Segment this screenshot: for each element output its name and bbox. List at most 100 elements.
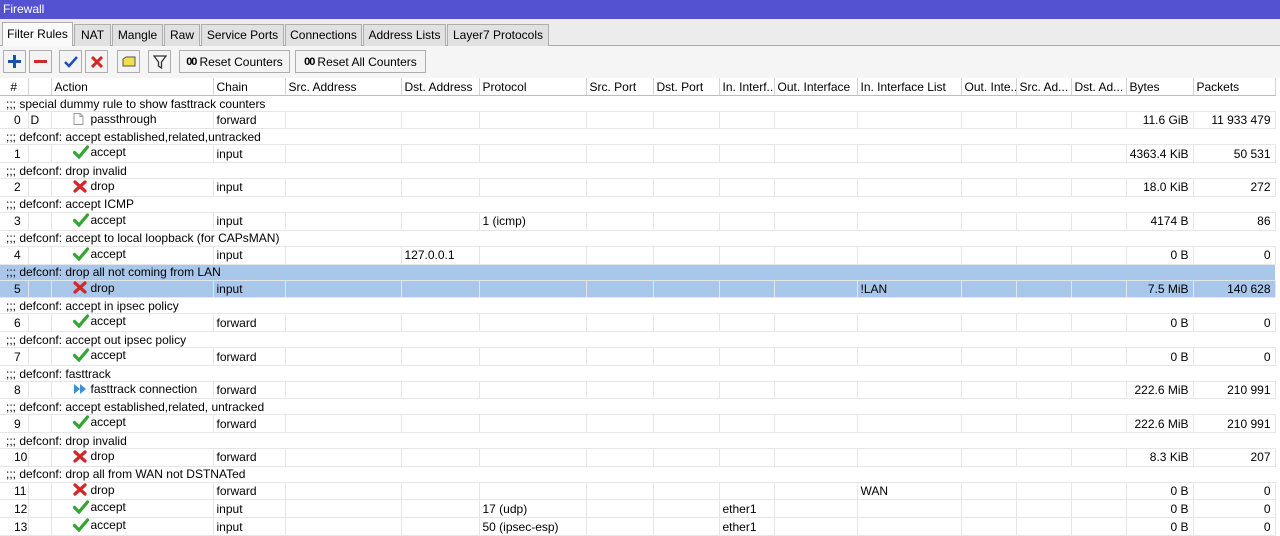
table-row[interactable]: 5 drop input !LAN 7.5 MiB 140 628 [0, 280, 1276, 298]
column-header-action[interactable]: Action [51, 78, 214, 96]
check-icon [72, 415, 91, 429]
rule-in-interface-list [857, 381, 962, 399]
rule-comment-row[interactable]: ;;; defconf: accept ICMP [0, 196, 1275, 213]
table-row[interactable]: 13 accept input 50 (ipsec-esp) ether1 0 B0 [0, 517, 1276, 536]
add-button[interactable] [3, 50, 26, 73]
column-header-dst-address[interactable]: Dst. Address [401, 78, 480, 96]
rule-number: 1 [0, 144, 29, 163]
rule-in-interface-list: WAN [857, 482, 962, 500]
rule-packets: 140 628 [1193, 280, 1276, 298]
table-row[interactable]: 12 accept input 17 (udp) ether1 0 B0 [0, 499, 1276, 518]
column-header-src-address-list[interactable]: Src. Ad... [1016, 78, 1072, 96]
rule-number: 10 [0, 448, 29, 467]
column-header-out-interface-list[interactable]: Out. Inte... [961, 78, 1017, 96]
tab-address-lists[interactable]: Address Lists [363, 24, 446, 46]
rule-in-interface-list [857, 499, 962, 518]
rule-chain: input [213, 144, 286, 163]
table-row[interactable]: 11 drop forward WAN 0 B0 [0, 482, 1276, 500]
rule-comment-row[interactable]: ;;; defconf: accept in ipsec policy [0, 297, 1275, 314]
table-row[interactable]: 8 fasttrack connection forward 222.6 MiB 210… [0, 381, 1276, 399]
column-header-number[interactable]: # [0, 78, 29, 96]
rule-packets: 210 991 [1193, 414, 1276, 433]
rule-flag: D [30, 113, 40, 127]
rule-out-interface-list [961, 448, 1017, 467]
rules-body: ;;; special dummy rule to show fasttrack… [0, 95, 1276, 536]
rule-flags: D [28, 111, 52, 129]
rule-dst-address-list [1071, 499, 1127, 518]
tab-service-ports[interactable]: Service Ports [201, 24, 284, 46]
rule-protocol [479, 313, 587, 332]
rule-bytes: 0 B [1126, 313, 1194, 332]
reset-all-counters-button[interactable]: 00 Reset All Counters [295, 50, 426, 73]
tab-bar: Filter Rules NAT Mangle Raw Service Port… [0, 19, 1280, 46]
table-row[interactable]: 4 accept input 127.0.0.1 0 B0 [0, 246, 1276, 265]
rule-comment-row[interactable]: ;;; defconf: accept to local loopback (f… [0, 230, 1275, 247]
rule-action-label: accept [90, 415, 126, 429]
comment-button[interactable] [117, 50, 140, 73]
column-header-in-interface-list[interactable]: In. Interface List [857, 78, 962, 96]
rule-comment-row[interactable]: ;;; defconf: accept established,related,… [0, 398, 1275, 415]
tab-mangle[interactable]: Mangle [112, 24, 163, 46]
column-header-chain[interactable]: Chain [213, 78, 286, 96]
rule-comment-row[interactable]: ;;; defconf: accept out ipsec policy [0, 331, 1275, 348]
rule-flags [28, 313, 52, 332]
enable-button[interactable] [59, 50, 82, 73]
table-row[interactable]: 2 drop input 18.0 KiB 272 [0, 178, 1276, 197]
column-header-in-interface[interactable]: In. Interf... [719, 78, 775, 96]
rule-src-address [285, 178, 402, 197]
table-row[interactable]: 3 accept input 1 (icmp) 4174 B 86 [0, 212, 1276, 231]
column-header-protocol[interactable]: Protocol [479, 78, 587, 96]
reset-all-counters-label: Reset All Counters [317, 54, 417, 69]
tab-raw[interactable]: Raw [164, 24, 200, 46]
column-header-dst-address-list[interactable]: Dst. Ad... [1071, 78, 1127, 96]
rule-src-address-list [1016, 499, 1072, 518]
table-row[interactable]: 9 accept forward 222.6 MiB 210 991 [0, 414, 1276, 433]
rule-out-interface [774, 178, 858, 197]
column-header-src-address[interactable]: Src. Address [285, 78, 402, 96]
rule-in-interface [719, 212, 775, 231]
column-header-src-port[interactable]: Src. Port [586, 78, 654, 96]
column-header-packets[interactable]: Packets [1193, 78, 1276, 96]
reset-counters-button[interactable]: 00 Reset Counters [179, 50, 290, 73]
column-header-out-interface[interactable]: Out. Interface [774, 78, 858, 96]
table-row[interactable]: 7 accept forward 0 B0 [0, 347, 1276, 366]
rule-protocol [479, 482, 587, 500]
column-header-flags[interactable] [28, 78, 52, 96]
table-row[interactable]: 0 Dpassthrough forward 11.6 GiB 11 933 479 [0, 111, 1276, 129]
rule-in-interface [719, 178, 775, 197]
rule-src-port [586, 280, 654, 298]
rule-chain: input [213, 499, 286, 518]
rule-comment-row[interactable]: ;;; defconf: drop all from WAN not DSTNA… [0, 466, 1275, 483]
rule-in-interface-list [857, 347, 962, 366]
rule-dst-port [653, 347, 720, 366]
remove-button[interactable] [29, 50, 52, 73]
tab-layer7-protocols[interactable]: Layer7 Protocols [447, 24, 549, 46]
rule-packets: 207 [1193, 448, 1276, 467]
table-row[interactable]: 6 accept forward 0 B0 [0, 313, 1276, 332]
column-header-bytes[interactable]: Bytes [1126, 78, 1194, 96]
rule-out-interface-list [961, 111, 1017, 129]
rule-packets: 0 [1193, 347, 1276, 366]
disable-button[interactable] [85, 50, 108, 73]
tab-nat[interactable]: NAT [74, 24, 111, 46]
rule-comment-row[interactable]: ;;; defconf: drop all not coming from LA… [0, 264, 1275, 281]
column-header-dst-port[interactable]: Dst. Port [653, 78, 720, 96]
rule-dst-address-list [1071, 144, 1127, 163]
tab-filter-rules[interactable]: Filter Rules [2, 22, 73, 46]
rule-dst-port [653, 381, 720, 399]
rule-comment-row[interactable]: ;;; defconf: accept established,related,… [0, 128, 1275, 145]
rule-comment-row[interactable]: ;;; defconf: fasttrack [0, 365, 1275, 382]
table-row[interactable]: 1 accept input 4363.4 KiB 50 531 [0, 144, 1276, 163]
rule-flags [28, 482, 52, 500]
rule-src-port [586, 499, 654, 518]
table-row[interactable]: 10 drop forward 8.3 KiB 207 [0, 448, 1276, 467]
rule-bytes: 222.6 MiB [1126, 381, 1194, 399]
filter-button[interactable] [148, 50, 171, 73]
tab-connections[interactable]: Connections [285, 24, 362, 46]
rule-src-address-list [1016, 347, 1072, 366]
rule-dst-address [401, 381, 480, 399]
rule-comment-row[interactable]: ;;; special dummy rule to show fasttrack… [0, 95, 1275, 112]
rule-comment-row[interactable]: ;;; defconf: drop invalid [0, 432, 1275, 449]
rule-out-interface [774, 381, 858, 399]
rule-comment-row[interactable]: ;;; defconf: drop invalid [0, 162, 1275, 179]
